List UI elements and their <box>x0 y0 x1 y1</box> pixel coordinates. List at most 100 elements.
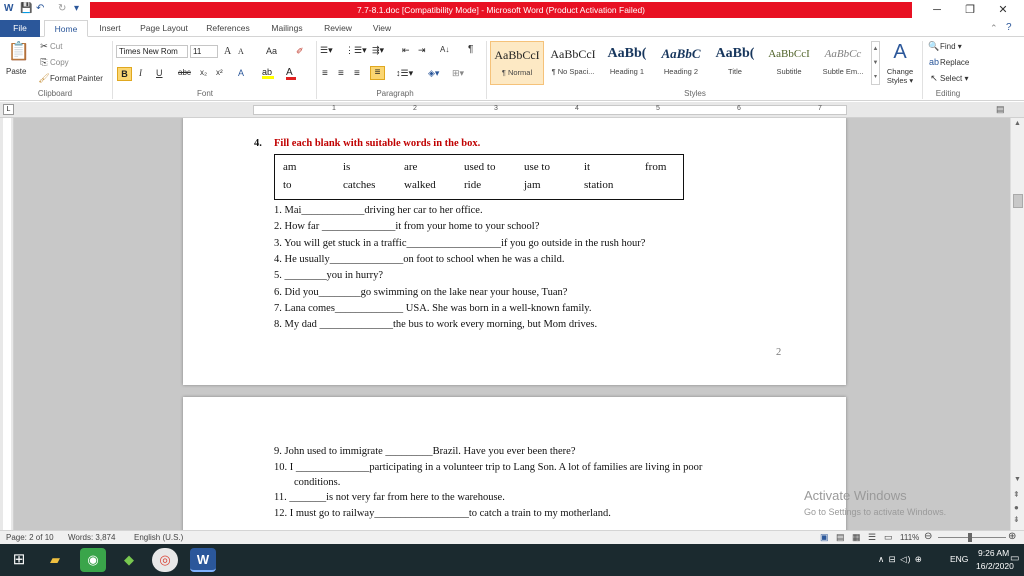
print-layout-icon[interactable]: ▣ <box>820 532 829 543</box>
change-styles-button[interactable]: Change Styles ▾ <box>884 67 916 85</box>
scroll-down-icon[interactable]: ▼ <box>1014 476 1021 483</box>
vertical-ruler[interactable] <box>0 118 14 530</box>
format-painter-button[interactable]: 🖌Format Painter <box>38 73 103 84</box>
tab-mailings[interactable]: Mailings <box>262 20 312 37</box>
change-styles-icon[interactable]: A <box>886 41 914 64</box>
customize-qat-icon[interactable]: ▾ <box>74 3 79 14</box>
web-layout-icon[interactable]: ▦ <box>852 532 861 543</box>
full-screen-icon[interactable]: ▤ <box>836 532 845 543</box>
coccoc-browser-icon[interactable]: ◉ <box>80 548 106 572</box>
tab-review[interactable]: Review <box>316 20 360 37</box>
clock-date[interactable]: 16/2/2020 <box>976 561 1014 571</box>
tab-file[interactable]: File <box>0 20 40 37</box>
word-taskbar-icon[interactable]: W <box>190 548 216 572</box>
change-case-button[interactable]: Aa <box>266 46 277 56</box>
file-explorer-icon[interactable]: ▰ <box>42 548 68 572</box>
cut-button[interactable]: ✂ Cut <box>38 41 62 52</box>
font-name-combo[interactable]: Times New Rom <box>116 45 188 58</box>
italic-button[interactable]: I <box>139 68 142 78</box>
outline-icon[interactable]: ☰ <box>868 532 876 543</box>
borders-icon[interactable]: ⊞▾ <box>452 68 464 79</box>
superscript-button[interactable]: x² <box>216 68 223 77</box>
shading-icon[interactable]: ◈▾ <box>428 68 439 79</box>
style-heading-1[interactable]: AaBb(Heading 1 <box>600 41 654 85</box>
clear-formatting-button[interactable]: ✐ <box>296 46 304 57</box>
font-size-combo[interactable]: 11 <box>190 45 218 58</box>
font-color-icon[interactable]: A <box>286 67 296 80</box>
tab-selector-icon[interactable]: L <box>3 104 14 115</box>
style-normal[interactable]: AaBbCcI ¶ Normal <box>490 41 544 85</box>
replace-button[interactable]: abReplace <box>928 57 969 68</box>
page-3[interactable]: 9. John used to immigrate _________Brazi… <box>183 397 846 530</box>
scroll-up-icon[interactable]: ▲ <box>1014 120 1021 127</box>
tab-page-layout[interactable]: Page Layout <box>134 20 194 37</box>
style-heading-2[interactable]: AaBbC Heading 2 <box>654 41 708 85</box>
multilevel-list-icon[interactable]: ⇶▾ <box>372 45 384 56</box>
align-right-icon[interactable]: ≡ <box>354 68 360 79</box>
shrink-font-button[interactable]: A <box>238 47 244 56</box>
tab-view[interactable]: View <box>364 20 400 37</box>
select-button[interactable]: ↖ Select ▾ <box>928 73 968 84</box>
align-left-icon[interactable]: ≡ <box>322 68 328 79</box>
sort-icon[interactable]: A↓ <box>440 45 449 54</box>
underline-button[interactable]: U <box>156 68 163 78</box>
style-title[interactable]: AaBb(Title <box>708 41 762 85</box>
subscript-button[interactable]: x₂ <box>200 68 207 77</box>
line-spacing-icon[interactable]: ↕☰▾ <box>396 68 413 79</box>
undo-icon[interactable]: ↶ <box>36 3 44 14</box>
minimize-button[interactable]: ─ <box>922 2 952 18</box>
next-page-icon[interactable]: ⇟ <box>1013 515 1020 524</box>
paste-button[interactable]: Paste <box>6 67 26 76</box>
document-area[interactable]: 4. Fill each blank with suitable words i… <box>14 118 1010 530</box>
style-subtitle[interactable]: AaBbCcI Subtitle <box>762 41 816 85</box>
page-count[interactable]: Page: 2 of 10 <box>6 533 54 542</box>
zoom-level[interactable]: 111% <box>900 533 919 542</box>
highlight-icon[interactable]: ab <box>262 67 274 79</box>
strikethrough-button[interactable]: abc <box>178 68 191 77</box>
grow-font-button[interactable]: A <box>224 46 231 57</box>
style-subtle-emphasis[interactable]: AaBbCc Subtle Em... <box>816 41 870 85</box>
zoom-out-icon[interactable]: ⊖ <box>924 531 932 542</box>
save-icon[interactable]: 💾 <box>20 3 32 14</box>
restore-button[interactable]: ❐ <box>955 2 985 18</box>
word-count[interactable]: Words: 3,874 <box>68 533 115 542</box>
zoom-in-icon[interactable]: ⊕ <box>1008 531 1016 542</box>
windows-start-icon[interactable]: ⊞ <box>6 548 32 572</box>
show-formatting-icon[interactable]: ¶ <box>468 44 473 55</box>
clock-time[interactable]: 9:26 AM <box>978 548 1009 558</box>
decrease-indent-icon[interactable]: ⇤ <box>402 45 410 56</box>
minimize-ribbon-icon[interactable]: ⌃ <box>990 23 998 34</box>
numbering-icon[interactable]: ⋮☰▾ <box>345 45 367 56</box>
bluestacks-icon[interactable]: ◆ <box>116 548 142 572</box>
find-button[interactable]: 🔍Find ▾ <box>928 41 961 52</box>
zoom-slider[interactable] <box>938 537 1006 538</box>
tab-insert[interactable]: Insert <box>90 20 130 37</box>
style-no-spacing[interactable]: AaBbCcI ¶ No Spaci... <box>546 41 600 85</box>
system-tray-icons[interactable]: ∧ ⊟ ◁) ⊕ <box>878 554 923 565</box>
vertical-scrollbar[interactable]: ▲ ▼ ⇞ ● ⇟ <box>1010 118 1024 530</box>
browse-object-icon[interactable]: ● <box>1014 503 1019 512</box>
zoom-slider-thumb[interactable] <box>968 533 972 542</box>
previous-page-icon[interactable]: ⇞ <box>1013 490 1020 499</box>
text-effects-icon[interactable]: A <box>238 68 244 78</box>
language-status[interactable]: English (U.S.) <box>134 533 183 542</box>
chrome-icon[interactable]: ◎ <box>152 548 178 572</box>
view-ruler-icon[interactable]: ▤ <box>996 104 1005 115</box>
bold-button[interactable]: B <box>117 67 132 81</box>
styles-scroll[interactable]: ▲ ▼ ▾ <box>871 41 880 85</box>
copy-button[interactable]: ⎘ Copy <box>38 57 68 68</box>
increase-indent-icon[interactable]: ⇥ <box>418 45 426 56</box>
tab-home[interactable]: Home <box>44 20 88 37</box>
scroll-thumb[interactable] <box>1013 194 1023 208</box>
redo-icon[interactable]: ↻ <box>58 3 66 14</box>
close-button[interactable]: ✕ <box>988 2 1018 18</box>
notification-icon[interactable]: ▭ <box>1010 553 1019 564</box>
tab-references[interactable]: References <box>198 20 258 37</box>
horizontal-ruler[interactable]: L 1 2 3 4 5 6 7 ▤ <box>0 102 1024 118</box>
input-language[interactable]: ENG <box>950 554 968 564</box>
draft-icon[interactable]: ▭ <box>884 532 893 543</box>
justify-icon[interactable]: ≡ <box>370 66 385 80</box>
page-2[interactable]: 4. Fill each blank with suitable words i… <box>183 118 846 385</box>
align-center-icon[interactable]: ≡ <box>338 68 344 79</box>
help-icon[interactable]: ? <box>1006 22 1012 33</box>
